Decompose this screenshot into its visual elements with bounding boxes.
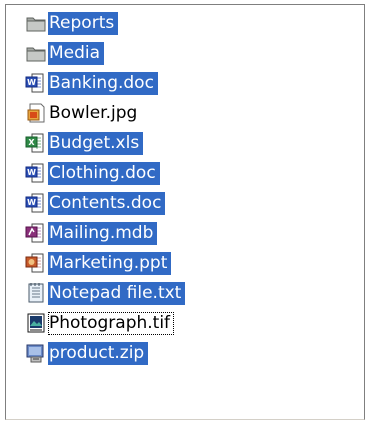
list-item-marketing-ppt[interactable]: Marketing.ppt <box>25 248 185 278</box>
list-item-label: Reports <box>48 11 119 35</box>
powerpoint-icon <box>25 252 47 274</box>
list-item-product-zip[interactable]: product.zip <box>25 338 185 368</box>
list-item-reports[interactable]: Reports <box>25 8 185 38</box>
access-database-icon <box>25 222 47 244</box>
list-item-clothing-doc[interactable]: W Clothing.doc <box>25 158 185 188</box>
list-item-label: Photograph.tif <box>48 311 175 335</box>
list-item-label: Banking.doc <box>48 71 158 95</box>
list-item-mailing-mdb[interactable]: Mailing.mdb <box>25 218 185 248</box>
word-document-icon: W <box>25 72 47 94</box>
list-item-bowler-jpg[interactable]: Bowler.jpg <box>25 98 185 128</box>
file-list: Reports Media W Banking.doc Bowler.jpg X… <box>25 8 186 368</box>
word-document-icon: W <box>25 192 47 214</box>
folder-icon <box>25 12 47 34</box>
list-item-label: Clothing.doc <box>48 161 160 185</box>
list-item-banking-doc[interactable]: W Banking.doc <box>25 68 185 98</box>
list-item-label: Contents.doc <box>48 191 166 215</box>
list-item-photograph-tif[interactable]: Photograph.tif <box>25 308 185 338</box>
svg-text:X: X <box>28 138 35 147</box>
list-item-contents-doc[interactable]: W Contents.doc <box>25 188 185 218</box>
excel-spreadsheet-icon: X <box>25 132 47 154</box>
folder-icon <box>25 42 47 64</box>
list-item-label: Mailing.mdb <box>48 221 158 245</box>
word-document-icon: W <box>25 162 47 184</box>
list-item-label: Notepad file.txt <box>48 281 186 305</box>
zip-archive-icon <box>25 342 47 364</box>
svg-text:W: W <box>27 198 36 207</box>
list-item-label: Bowler.jpg <box>49 102 138 123</box>
svg-text:W: W <box>27 168 36 177</box>
list-item-label: product.zip <box>48 341 149 365</box>
list-item-label: Media <box>48 41 105 65</box>
list-item-label: Budget.xls <box>48 131 144 155</box>
list-item-media[interactable]: Media <box>25 38 185 68</box>
file-list-pane[interactable]: Reports Media W Banking.doc Bowler.jpg X… <box>5 4 365 420</box>
svg-text:W: W <box>27 78 36 87</box>
list-item-label: Marketing.ppt <box>48 251 172 275</box>
list-item-notepad-file-txt[interactable]: Notepad file.txt <box>25 278 186 308</box>
text-file-icon <box>25 282 47 304</box>
jpeg-image-icon <box>25 102 47 124</box>
tiff-image-icon <box>25 312 47 334</box>
list-item-budget-xls[interactable]: X Budget.xls <box>25 128 185 158</box>
